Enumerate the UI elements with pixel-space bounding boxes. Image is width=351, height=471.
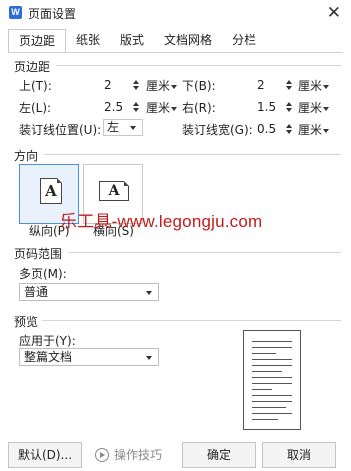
- bottom-margin-spinner[interactable]: 2: [257, 76, 293, 94]
- multiple-pages-select[interactable]: 普通: [19, 283, 159, 301]
- preview-section-title: 预览: [14, 315, 39, 329]
- gutter-width-value[interactable]: 0.5: [257, 122, 285, 136]
- margins-divider: [56, 65, 341, 66]
- margins-section-title: 页边距: [14, 60, 51, 74]
- spinner-arrows-icon[interactable]: [285, 102, 293, 112]
- right-margin-spinner[interactable]: 1.5: [257, 98, 293, 116]
- spinner-arrows-icon[interactable]: [285, 80, 293, 90]
- top-margin-unit[interactable]: 厘米: [146, 77, 178, 94]
- tab-divider: [8, 52, 343, 53]
- page-range-section-title: 页码范围: [14, 247, 63, 261]
- spinner-arrows-icon[interactable]: [132, 80, 140, 90]
- tab-document-grid[interactable]: 文档网格: [154, 29, 223, 53]
- close-icon[interactable]: ✕: [327, 3, 341, 23]
- left-margin-label: 左(L):: [19, 101, 52, 115]
- gutter-position-label: 装订线位置(U):: [19, 123, 102, 137]
- chevron-down-icon: [323, 106, 330, 111]
- chevron-down-icon: [323, 84, 330, 89]
- tips-label[interactable]: 操作技巧: [114, 446, 162, 463]
- bottom-margin-label: 下(B):: [182, 79, 216, 93]
- chevron-down-icon: [130, 126, 136, 130]
- default-button[interactable]: 默认(D)...: [8, 442, 82, 468]
- tab-paper[interactable]: 纸张: [66, 29, 111, 53]
- spinner-arrows-icon[interactable]: [285, 124, 293, 134]
- left-margin-value[interactable]: 2.5: [104, 100, 132, 114]
- orientation-divider: [44, 154, 341, 155]
- bottom-margin-value[interactable]: 2: [257, 78, 285, 92]
- dialog-title: 页面设置: [28, 7, 77, 21]
- orientation-section-title: 方向: [14, 149, 39, 163]
- bottom-margin-unit[interactable]: 厘米: [298, 77, 330, 94]
- wps-writer-icon: W: [9, 6, 22, 19]
- top-margin-value[interactable]: 2: [104, 78, 132, 92]
- right-margin-label: 右(R):: [182, 101, 216, 115]
- top-margin-label: 上(T):: [19, 79, 52, 93]
- right-margin-unit[interactable]: 厘米: [298, 99, 330, 116]
- cancel-button[interactable]: 取消: [262, 442, 336, 468]
- spinner-arrows-icon[interactable]: [132, 102, 140, 112]
- chevron-down-icon: [146, 356, 152, 360]
- portrait-page-icon: A: [40, 178, 62, 204]
- right-margin-value[interactable]: 1.5: [257, 100, 285, 114]
- chevron-down-icon: [171, 84, 178, 89]
- page-range-divider: [68, 252, 341, 253]
- gutter-position-select[interactable]: 左: [103, 119, 143, 136]
- operation-tips-link[interactable]: 操作技巧: [95, 446, 162, 463]
- apply-to-select[interactable]: 整篇文档: [19, 348, 159, 366]
- page-setup-dialog: W 页面设置 ✕ 页边距 纸张 版式 文档网格 分栏 页边距 上(T): 2 厘…: [0, 0, 351, 471]
- tab-columns[interactable]: 分栏: [222, 29, 267, 53]
- multiple-pages-label: 多页(M):: [19, 267, 67, 281]
- watermark-overlay: 乐工具-www.legongju.com: [60, 212, 263, 231]
- gutter-width-spinner[interactable]: 0.5: [257, 120, 293, 138]
- tab-layout[interactable]: 版式: [110, 29, 155, 53]
- ok-button[interactable]: 确定: [182, 442, 256, 468]
- tab-margins[interactable]: 页边距: [8, 29, 67, 53]
- left-margin-unit[interactable]: 厘米: [146, 99, 178, 116]
- top-margin-spinner[interactable]: 2: [104, 76, 140, 94]
- landscape-page-icon: A: [99, 181, 129, 201]
- play-icon: [95, 447, 109, 462]
- left-margin-spinner[interactable]: 2.5: [104, 98, 140, 116]
- title-bar: W 页面设置 ✕: [0, 0, 351, 26]
- chevron-down-icon: [146, 291, 152, 295]
- preview-divider: [42, 320, 341, 321]
- apply-to-label: 应用于(Y):: [19, 334, 76, 348]
- page-preview: [243, 330, 301, 430]
- gutter-width-unit[interactable]: 厘米: [298, 121, 330, 138]
- chevron-down-icon: [171, 106, 178, 111]
- gutter-width-label: 装订线宽(G):: [182, 123, 253, 137]
- tab-bar: 页边距 纸张 版式 文档网格 分栏: [8, 29, 267, 53]
- chevron-down-icon: [323, 128, 330, 133]
